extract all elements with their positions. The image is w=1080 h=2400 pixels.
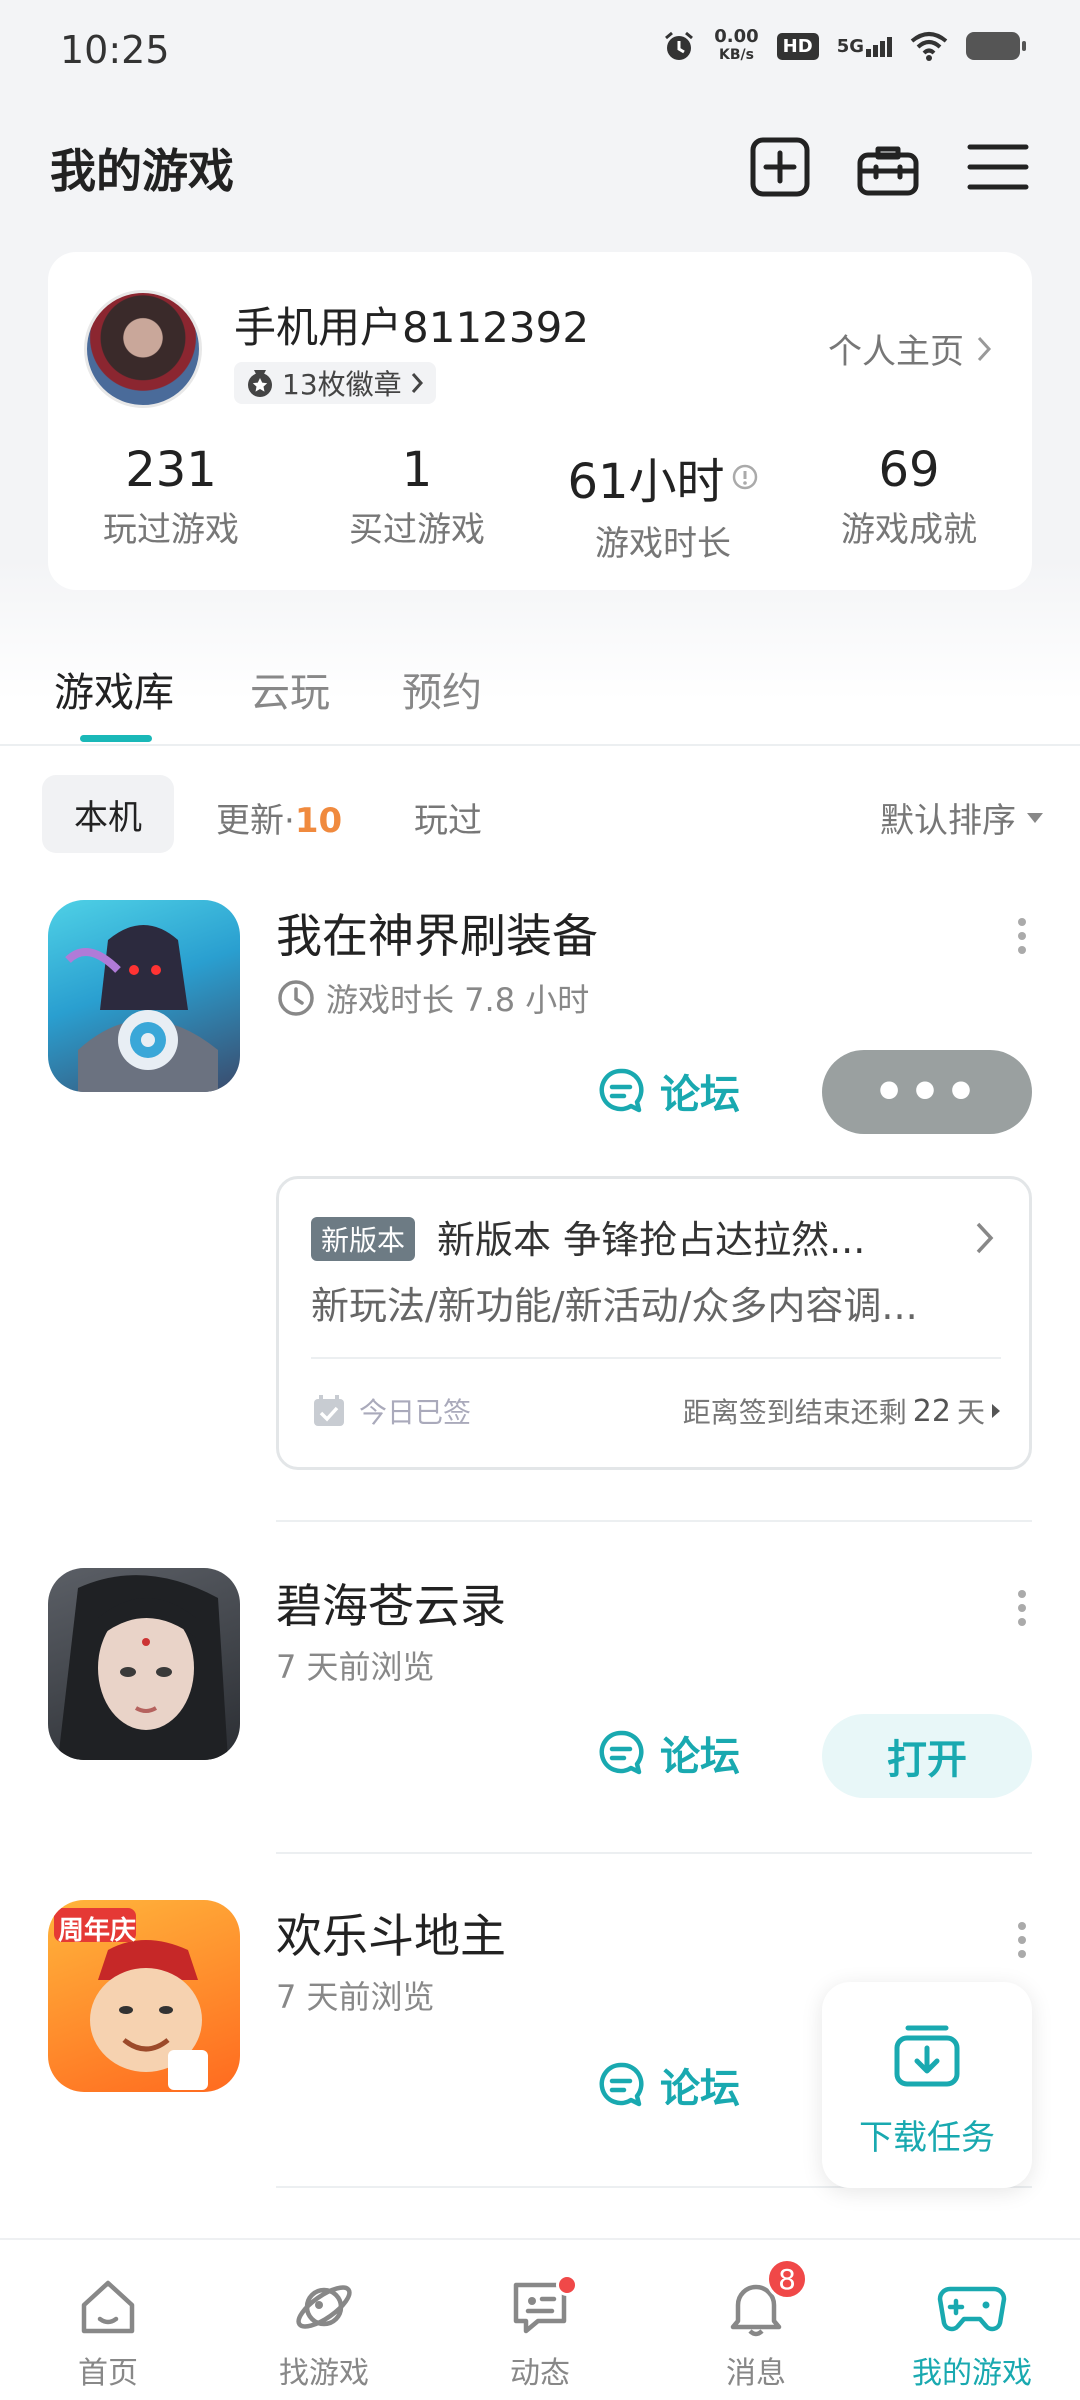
tab-cloud-play[interactable]: 云玩 <box>250 660 330 718</box>
more-options-icon[interactable] <box>1012 1922 1032 1958</box>
nav-messages[interactable]: 8 消息 <box>648 2258 864 2392</box>
filter-local[interactable]: 本机 <box>42 775 174 853</box>
caret-down-icon <box>1027 812 1043 823</box>
update-card[interactable]: 新版本 新版本 争锋抢占达拉然... 新玩法/新功能/新活动/众多内容调... … <box>276 1176 1032 1470</box>
nav-home[interactable]: 首页 <box>0 2272 216 2392</box>
net-speed: 0.00 KB/s <box>714 26 759 64</box>
sign-in-days-left[interactable]: 距离签到结束还剩 22 天 <box>683 1391 1001 1431</box>
more-options-icon[interactable] <box>1012 1590 1032 1626</box>
game-icon-doudizhu[interactable]: 周年庆 <box>48 1900 240 2092</box>
badges-chip[interactable]: 13枚徽章 <box>234 362 436 404</box>
calendar-check-icon <box>314 1395 344 1426</box>
update-count: 10 <box>294 801 343 841</box>
update-title: 新版本 争锋抢占达拉然... <box>437 1218 866 1262</box>
bottom-nav: 首页 找游戏 动态 8 消息 我的游戏 <box>0 2238 1080 2400</box>
game-last-viewed: 7 天前浏览 <box>276 1648 435 1686</box>
forum-icon <box>599 1730 644 1775</box>
game-icon-bihai[interactable] <box>48 1568 240 1760</box>
forum-icon <box>599 1068 644 1113</box>
download-task-label: 下载任务 <box>859 2118 995 2158</box>
update-description: 新玩法/新功能/新活动/众多内容调... <box>311 1284 918 1328</box>
stat-bought-games[interactable]: 1 买过游戏 <box>294 442 540 551</box>
planet-icon <box>296 2285 352 2329</box>
cellular-signal-icon: 5G <box>837 36 892 57</box>
stat-play-time[interactable]: 61小时 游戏时长 <box>540 442 786 565</box>
hooded-archer-image <box>65 925 218 1092</box>
forum-icon <box>599 2062 644 2107</box>
sort-dropdown[interactable]: 默认排序 <box>880 793 1044 842</box>
badges-count: 13枚徽章 <box>282 368 402 401</box>
divider <box>0 744 1080 746</box>
profile-card[interactable]: 手机用户8112392 13枚徽章 个人主页 231 玩过游戏 1 买过游戏 6… <box>48 252 1032 590</box>
tab-game-library[interactable]: 游戏库 <box>54 660 174 718</box>
tab-reservations[interactable]: 预约 <box>402 660 482 718</box>
medal-icon <box>248 370 272 397</box>
game-more-actions-button[interactable]: ••• <box>822 1050 1032 1134</box>
username: 手机用户8112392 <box>234 303 590 352</box>
download-task-button[interactable]: 下载任务 <box>822 1982 1032 2188</box>
tab-indicator <box>80 735 152 742</box>
filter-played[interactable]: 玩过 <box>414 793 482 842</box>
forum-button[interactable]: 论坛 <box>596 2056 740 2114</box>
game-name[interactable]: 欢乐斗地主 <box>276 1900 506 1966</box>
nav-feed[interactable]: 动态 <box>432 2272 648 2392</box>
stat-achievements[interactable]: 69 游戏成就 <box>786 442 1032 551</box>
game-play-time: 游戏时长 7.8 小时 <box>276 975 589 1021</box>
anniversary-tag: 周年庆 <box>58 1916 137 1946</box>
page-title: 我的游戏 <box>50 144 234 198</box>
homepage-link[interactable]: 个人主页 <box>828 324 992 373</box>
chevron-right-icon <box>976 1222 994 1254</box>
game-icon-shenjie[interactable] <box>48 900 240 1092</box>
toolbox-icon[interactable] <box>856 135 920 199</box>
nav-my-games[interactable]: 我的游戏 <box>864 2272 1080 2392</box>
character-portrait-image <box>58 1575 228 1760</box>
more-options-icon[interactable] <box>1012 918 1032 954</box>
chevron-right-icon <box>977 336 992 361</box>
alarm-icon <box>665 31 694 60</box>
divider <box>276 1520 1032 1522</box>
battery-icon <box>966 32 1026 60</box>
chevron-right-icon <box>411 373 423 393</box>
message-count-badge: 8 <box>766 2258 808 2300</box>
status-icons: 0.00 KB/s HD 5G <box>662 26 1026 64</box>
notification-dot <box>556 2274 578 2296</box>
open-game-button[interactable]: 打开 <box>822 1714 1032 1798</box>
gamepad-icon <box>937 2286 1007 2332</box>
info-icon[interactable] <box>731 463 759 491</box>
forum-button[interactable]: 论坛 <box>596 1724 740 1782</box>
game-last-viewed: 7 天前浏览 <box>276 1978 435 2016</box>
menu-icon[interactable] <box>966 135 1030 199</box>
status-time: 10:25 <box>60 28 170 72</box>
stat-played-games[interactable]: 231 玩过游戏 <box>48 442 294 551</box>
wifi-icon <box>910 32 948 61</box>
new-version-tag: 新版本 <box>311 1217 416 1261</box>
home-icon <box>81 2280 135 2334</box>
game-name[interactable]: 我在神界刷装备 <box>276 900 598 966</box>
nav-find-games[interactable]: 找游戏 <box>216 2272 432 2392</box>
add-square-icon[interactable] <box>748 135 812 199</box>
hd-badge: HD <box>776 32 819 60</box>
divider <box>311 1357 1001 1359</box>
divider <box>276 1852 1032 1854</box>
avatar[interactable] <box>84 290 202 408</box>
clock-icon <box>278 980 314 1016</box>
game-name[interactable]: 碧海苍云录 <box>276 1570 506 1636</box>
forum-button[interactable]: 论坛 <box>596 1062 740 1120</box>
download-icon <box>894 2025 960 2087</box>
filter-updates[interactable]: 更新·10 <box>216 793 342 842</box>
caret-right-icon <box>992 1404 1000 1418</box>
signed-in-today: 今日已签 <box>311 1391 471 1431</box>
